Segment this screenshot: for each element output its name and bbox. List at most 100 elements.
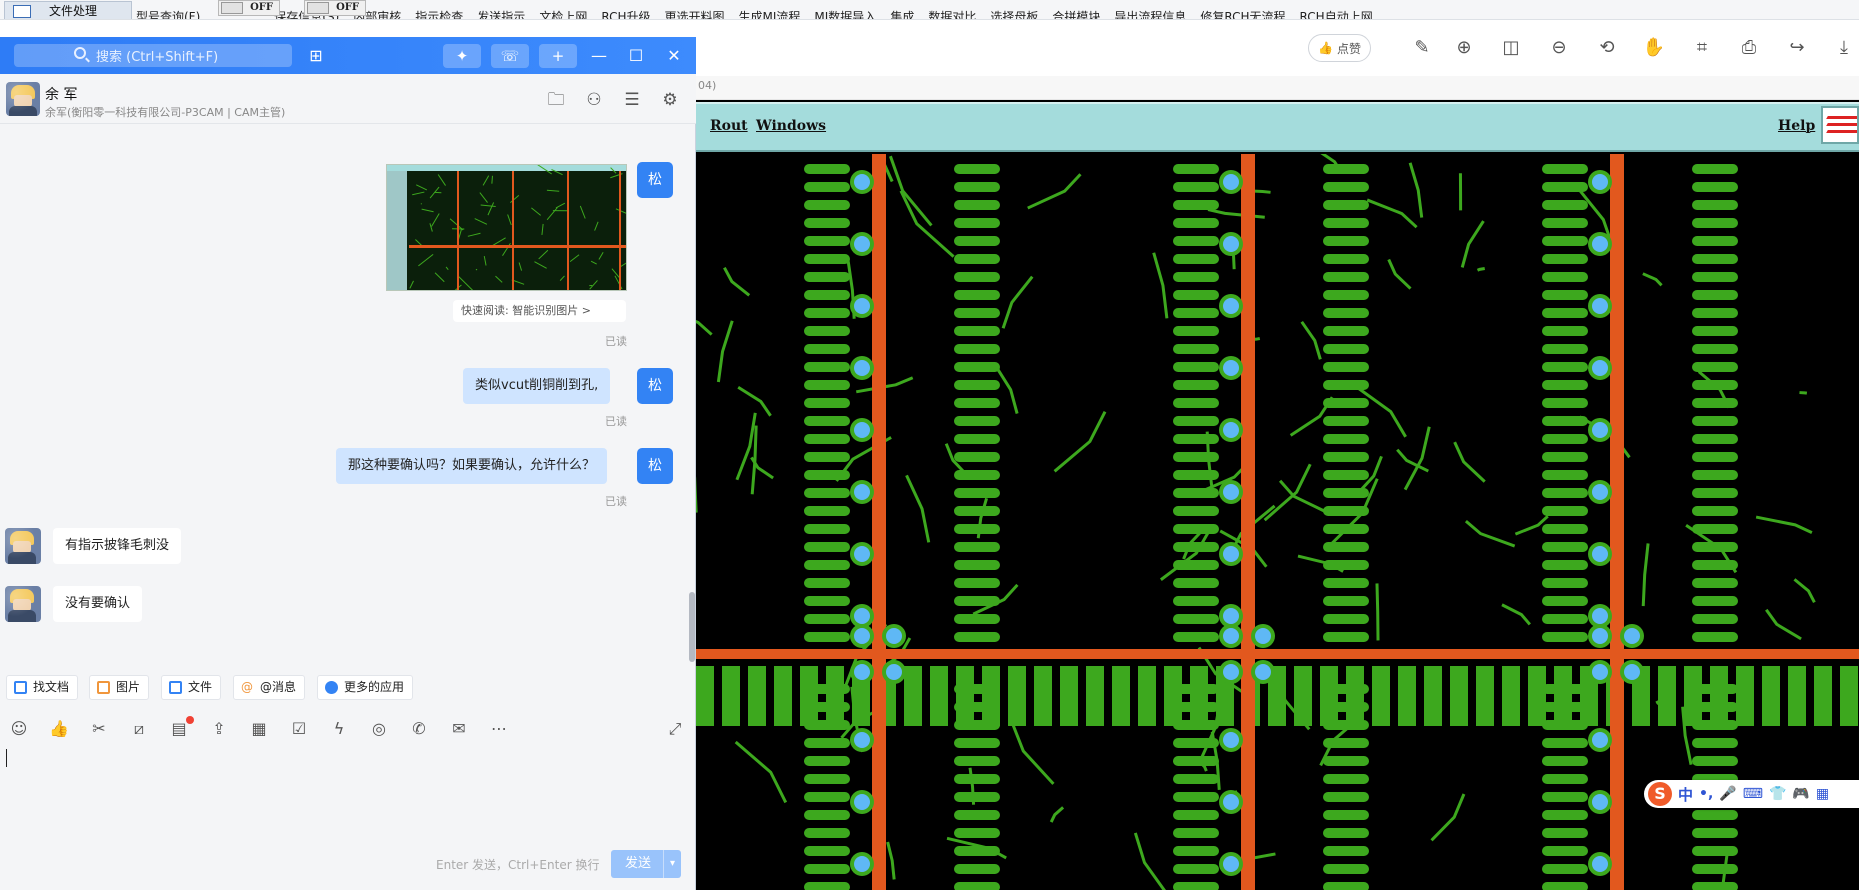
contact-name[interactable]: 余 军 (45, 84, 77, 104)
meeting-icon[interactable]: ◎ (368, 718, 390, 740)
maximize-icon[interactable]: ☐ (626, 44, 646, 68)
minimize-icon[interactable]: — (589, 44, 609, 68)
off-toggle[interactable]: OFF (218, 0, 280, 16)
zoom-in-icon[interactable]: ⊕ (1452, 36, 1476, 60)
off-toggle[interactable]: OFF (304, 0, 366, 16)
tool-item[interactable]: 更选开料图 (664, 8, 724, 19)
tool-item[interactable]: 数据对比 (928, 8, 976, 19)
gold-finger (1788, 666, 1806, 726)
menu-rout[interactable]: Rout (710, 118, 748, 134)
folder-icon[interactable]: 🗀 (545, 89, 567, 111)
smd-pad (804, 452, 850, 462)
tool-item[interactable]: 导出流程信息 (1114, 8, 1186, 19)
apps-icon[interactable]: ▦ (1816, 786, 1829, 802)
ime-toolbar[interactable]: S 中 •, 🎤 ⌨ 👕 🎮 ▦ (1644, 780, 1859, 808)
crop-icon[interactable]: ⌗ (1690, 36, 1714, 60)
contact-message-bubble[interactable]: 有指示披锋毛刺没 (53, 528, 182, 564)
more-apps-button[interactable]: 更多的应用 (317, 675, 414, 700)
contact-avatar[interactable] (5, 528, 41, 564)
ai-assistant-button[interactable]: ✦ (443, 44, 481, 68)
tool-item[interactable]: 生成MI流程 (739, 8, 801, 19)
smd-pad (1542, 344, 1588, 354)
search-history-icon[interactable]: ☰ (621, 89, 643, 111)
mention-button[interactable]: @ @消息 (233, 675, 306, 700)
smd-pad (1323, 290, 1369, 300)
download-icon[interactable]: ⤓ (1832, 36, 1856, 60)
skin-icon[interactable]: 👕 (1769, 786, 1786, 802)
apps-grid-icon[interactable]: ⊞ (305, 44, 327, 68)
gold-finger (1840, 666, 1858, 726)
contact-avatar[interactable] (6, 82, 40, 116)
tool-item[interactable]: RCH升级 (601, 8, 650, 19)
share-icon[interactable]: ↪ (1785, 36, 1809, 60)
tool-item[interactable]: 指示检查 (415, 8, 463, 19)
smd-pad (1323, 308, 1369, 318)
tool-item[interactable]: 合拼模块 (1052, 8, 1100, 19)
upload-icon[interactable]: ⇪ (208, 718, 230, 740)
hand-icon[interactable]: ✋ (1642, 36, 1666, 60)
drill-hole (854, 360, 870, 376)
thumbs-up-icon[interactable]: 👍 (48, 718, 70, 740)
phone-button[interactable]: ☏ (491, 44, 529, 68)
pcb-trace (1263, 463, 1312, 522)
menu-help[interactable]: Help (1778, 118, 1815, 134)
tool-item[interactable]: 集成 (890, 8, 914, 19)
tool-item[interactable]: RCH自动上网 (1300, 8, 1373, 19)
game-icon[interactable]: 🎮 (1792, 786, 1809, 802)
zoom-out-icon[interactable]: ⊖ (1547, 36, 1571, 60)
file-button[interactable]: 文件 (161, 675, 222, 700)
call-icon[interactable]: ✆ (408, 718, 430, 740)
task-check-icon[interactable]: ☑ (288, 718, 310, 740)
like-button[interactable]: 👍 点赞 (1308, 34, 1371, 62)
lightning-icon[interactable]: ϟ (328, 718, 350, 740)
smd-pad (1173, 182, 1219, 192)
scissors-icon[interactable]: ✂ (88, 718, 110, 740)
find-document-button[interactable]: 找文档 (6, 675, 79, 700)
smd-pad (954, 470, 1000, 480)
text-input[interactable] (6, 749, 7, 767)
file-menu-button[interactable]: 文件处理 (4, 1, 132, 19)
search-input[interactable]: 搜索 (Ctrl+Shift+F) (14, 44, 292, 67)
send-button[interactable]: 发送 ▾ (611, 850, 681, 878)
gold-finger (774, 666, 792, 726)
ime-mode[interactable]: 中 (1678, 784, 1693, 805)
tool-item[interactable]: MI数据导入 (814, 8, 876, 19)
image-message[interactable] (386, 164, 627, 291)
mail-icon[interactable]: ✉ (448, 718, 470, 740)
contact-message-bubble[interactable]: 没有要确认 (53, 586, 143, 622)
thumb-vcut (512, 171, 514, 290)
tool-item[interactable]: 型号查询(F) (136, 8, 200, 19)
emoji-icon[interactable]: ☺ (8, 718, 30, 740)
my-message-bubble[interactable]: 那这种要确认吗？如果要确认，允许什么？ (336, 448, 608, 484)
smd-pad (1692, 254, 1738, 264)
my-message-bubble[interactable]: 类似vcut削铜削到孔, (463, 368, 611, 404)
quick-read-link[interactable]: 快速阅读: 智能识别图片 > (453, 300, 626, 322)
contact-avatar[interactable] (5, 586, 41, 622)
print-icon[interactable]: ⎙ (1737, 36, 1761, 60)
chevron-down-icon[interactable]: ▾ (663, 850, 681, 878)
image-button[interactable]: 图片 (89, 675, 150, 700)
more-icon[interactable]: ⋯ (488, 718, 510, 740)
tool-item[interactable]: 发送指示 (477, 8, 525, 19)
menu-windows[interactable]: Windows (756, 118, 826, 134)
smd-pad (804, 308, 850, 318)
calendar-icon[interactable]: ▦ (248, 718, 270, 740)
keyboard-icon[interactable]: ⌨ (1743, 786, 1763, 802)
tool-item[interactable]: 选择母板 (990, 8, 1038, 19)
expand-icon[interactable]: ⤢ (664, 718, 686, 740)
smd-pad (1173, 308, 1219, 318)
smd-pad (804, 290, 850, 300)
settings-gear-icon[interactable]: ⚙ (659, 89, 681, 111)
add-button[interactable]: + (539, 44, 577, 68)
message-scrollbar[interactable] (689, 592, 695, 662)
rotate-icon[interactable]: ⟲ (1595, 36, 1619, 60)
microphone-icon[interactable]: 🎤 (1719, 786, 1736, 802)
magic-wand-icon[interactable]: ✎ (1410, 36, 1434, 60)
tool-item[interactable]: 修复RCH无流程 (1200, 8, 1285, 19)
ime-punct[interactable]: •, (1699, 786, 1713, 802)
slash-command-icon[interactable]: ⧄ (128, 718, 150, 740)
add-member-icon[interactable]: ⚇ (583, 89, 605, 111)
tool-item[interactable]: 文检上网 (539, 8, 587, 19)
close-icon[interactable]: ✕ (663, 44, 685, 68)
fit-icon[interactable]: ◫ (1499, 36, 1523, 60)
